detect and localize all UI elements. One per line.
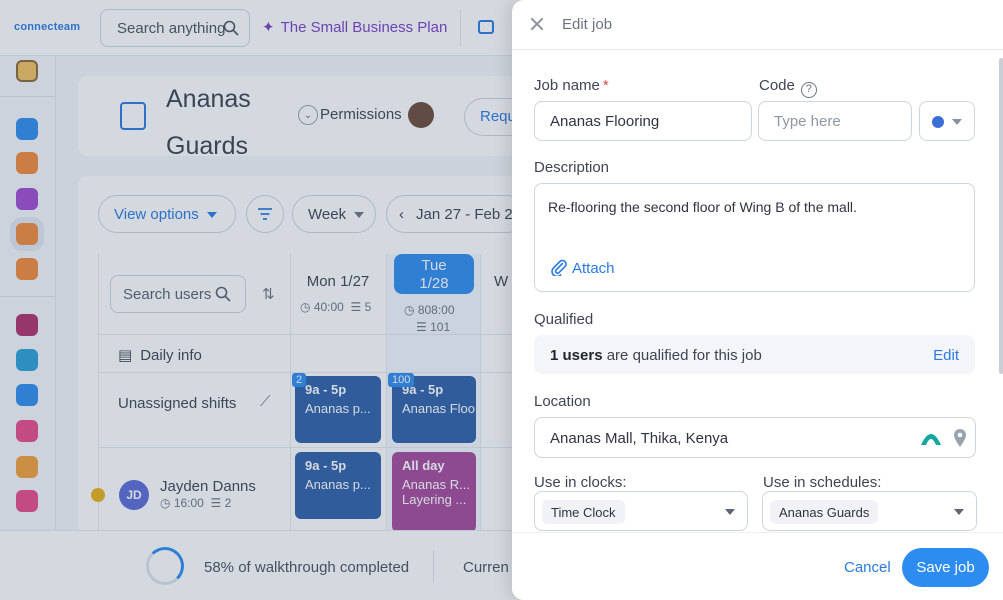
qualified-suffix: are qualified for this job [606,347,762,364]
drawer-header: Edit job [512,0,1003,50]
required-mark: * [602,77,609,94]
color-picker[interactable] [919,101,975,141]
schedules-label: Use in schedules: [763,474,882,491]
location-pin-icon[interactable] [953,428,967,448]
qualified-edit-link[interactable]: Edit [933,347,959,364]
attach-button[interactable]: Attach [550,258,615,278]
clocks-select[interactable]: Time Clock [534,491,748,531]
code-label-text: Code [759,77,795,94]
caret-down-icon [954,509,964,515]
paperclip-icon [551,259,567,278]
edit-job-drawer: Edit job Job name* Code? Description Re-… [512,0,1003,600]
maps-logo-icon [921,434,941,445]
job-name-label-text: Job name [534,77,600,94]
location-value[interactable]: Ananas Mall, Thika, Kenya [550,430,728,447]
job-name-label: Job name * [534,77,609,94]
job-name-input[interactable] [534,101,752,141]
attach-label: Attach [572,260,615,277]
location-input[interactable]: Ananas Mall, Thika, Kenya [534,417,976,458]
cancel-button[interactable]: Cancel [844,559,891,576]
help-icon[interactable]: ? [800,82,817,98]
code-input[interactable] [758,101,912,141]
drawer-title: Edit job [562,16,613,33]
close-icon[interactable] [530,17,544,31]
schedule-chip[interactable]: Ananas Guards [770,500,879,524]
description-text[interactable]: Re-flooring the second floor of Wing B o… [548,199,857,215]
save-job-button[interactable]: Save job [902,548,989,587]
qualified-text: 1 users are qualified for this job [550,347,762,364]
location-label: Location [534,393,591,410]
qualified-count: 1 users [550,347,603,364]
description-label: Description [534,159,610,176]
caret-down-icon [952,119,962,125]
schedules-select[interactable]: Ananas Guards [762,491,977,531]
clock-chip[interactable]: Time Clock [542,500,625,524]
qualified-label: Qualified [534,311,594,328]
qualified-summary: 1 users are qualified for this job Edit [534,335,975,374]
code-label: Code? [759,77,817,98]
caret-down-icon [725,509,735,515]
scrollbar[interactable] [999,58,1003,374]
color-swatch [932,116,944,128]
description-field[interactable]: Re-flooring the second floor of Wing B o… [534,183,975,292]
clocks-label: Use in clocks: [534,474,627,491]
